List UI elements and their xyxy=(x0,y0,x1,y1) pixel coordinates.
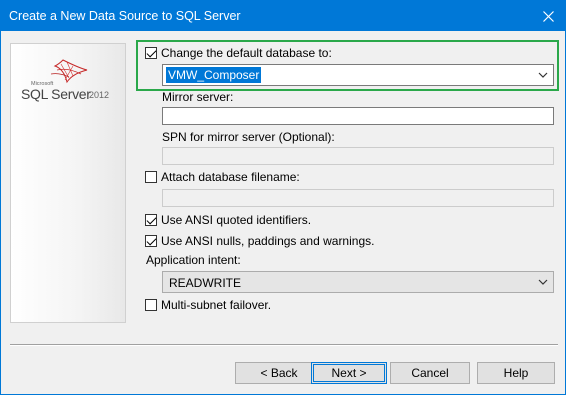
ansi-nulls-label: Use ANSI nulls, paddings and warnings. xyxy=(161,234,375,248)
attach-db-filename-label: Attach database filename: xyxy=(161,170,300,184)
cancel-button[interactable]: Cancel xyxy=(390,362,470,384)
dialog-window: Create a New Data Source to SQL Server M… xyxy=(0,0,566,395)
ansi-nulls-checkbox[interactable] xyxy=(145,235,157,247)
multi-subnet-label: Multi-subnet failover. xyxy=(161,298,272,312)
attach-db-filename-checkbox[interactable] xyxy=(145,171,157,183)
separator xyxy=(10,344,558,346)
logo-version-text: 2012 xyxy=(89,90,110,100)
app-intent-value: READWRITE xyxy=(169,276,241,290)
mirror-server-label: Mirror server: xyxy=(162,90,234,104)
ansi-quoted-label: Use ANSI quoted identifiers. xyxy=(161,213,312,227)
spn-mirror-input xyxy=(162,147,554,165)
back-button[interactable]: < Back xyxy=(235,362,323,384)
logo-product-text: SQL Server xyxy=(21,86,91,102)
next-button[interactable]: Next > xyxy=(311,362,387,384)
spn-mirror-label: SPN for mirror server (Optional): xyxy=(162,130,335,144)
window-title: Create a New Data Source to SQL Server xyxy=(9,9,241,23)
attach-db-filename-input xyxy=(162,189,554,207)
title-bar: Create a New Data Source to SQL Server xyxy=(1,1,565,31)
app-intent-select[interactable]: READWRITE xyxy=(162,271,554,293)
close-icon xyxy=(542,10,554,22)
ansi-quoted-checkbox[interactable] xyxy=(145,214,157,226)
highlight-box xyxy=(136,40,559,91)
multi-subnet-checkbox[interactable] xyxy=(145,299,157,311)
mirror-server-input[interactable] xyxy=(162,107,554,125)
help-button[interactable]: Help xyxy=(477,362,555,384)
close-button[interactable] xyxy=(531,1,565,31)
sql-server-logo-panel: Microsoft SQL Server 2012 xyxy=(10,43,126,323)
chevron-down-icon[interactable] xyxy=(537,275,549,289)
app-intent-label: Application intent: xyxy=(146,253,241,267)
